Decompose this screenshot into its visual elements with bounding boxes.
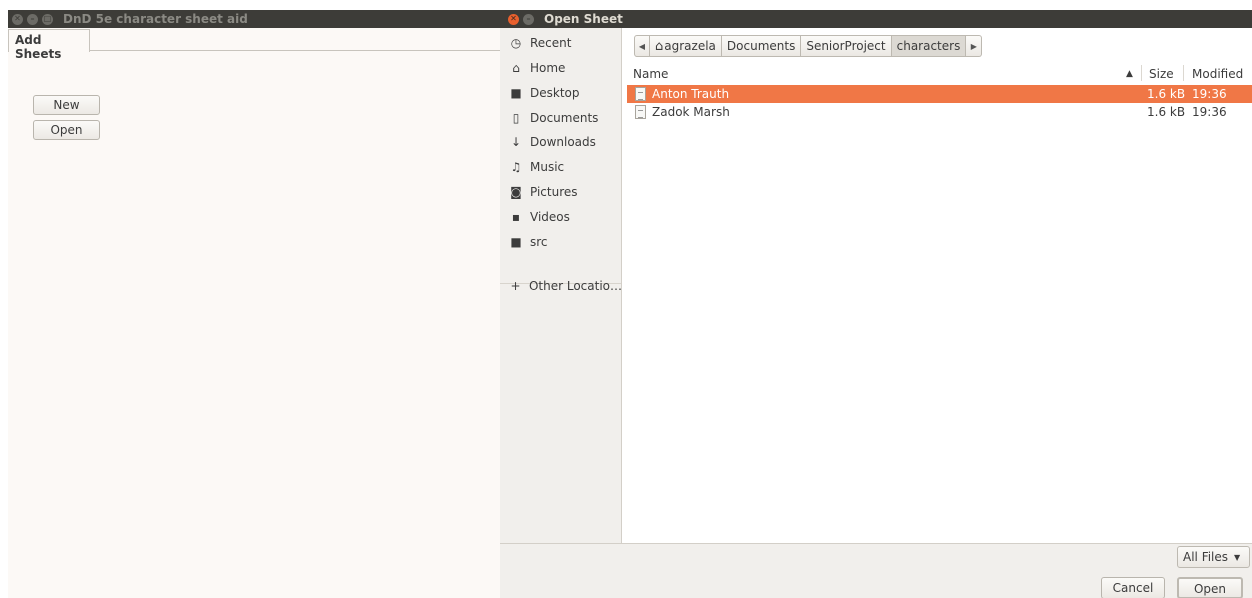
sidebar-item-downloads[interactable]: ↓ Downloads [500, 130, 622, 154]
file-list-header: Name ▲ Size Modified [623, 63, 1252, 83]
text-file-icon [635, 105, 646, 119]
sidebar-item-desktop[interactable]: ■ Desktop [500, 81, 622, 105]
sidebar-item-label: Home [530, 61, 566, 75]
file-row[interactable]: Zadok Marsh 1.6 kB 19:36 [627, 103, 1252, 121]
sidebar-item-label: Downloads [530, 135, 596, 149]
places-sidebar: ◷ Recent ⌂ Home ■ Desktop ▯ Documents ↓ … [500, 28, 622, 543]
file-row-selected[interactable]: Anton Trauth 1.6 kB 19:36 [627, 85, 1252, 103]
sidebar-item-src[interactable]: ■ src [500, 230, 622, 254]
path-crumb-label: agrazela [664, 39, 716, 53]
sidebar-item-label: Documents [530, 111, 599, 125]
column-divider[interactable] [1183, 65, 1184, 81]
sidebar-item-other-locations[interactable]: + Other Locatio… [500, 274, 622, 298]
minimize-icon[interactable]: – [523, 13, 534, 25]
music-icon: ♫ [510, 160, 522, 174]
column-header-size[interactable]: Size [1149, 67, 1174, 81]
path-scroll-left-button[interactable]: ◀ [634, 35, 650, 57]
minimize-icon[interactable]: – [27, 13, 38, 25]
path-crumb-characters[interactable]: characters [891, 35, 967, 57]
sidebar-item-label: Music [530, 160, 565, 174]
text-file-icon [635, 87, 646, 101]
new-button[interactable]: New [33, 95, 100, 115]
column-header-name[interactable]: Name [633, 67, 668, 81]
close-icon[interactable]: ✕ [508, 13, 519, 25]
sidebar-item-label: Videos [530, 210, 570, 224]
path-scroll-right-button[interactable]: ▶ [966, 35, 983, 57]
sort-ascending-icon: ▲ [1126, 69, 1133, 79]
cancel-button[interactable]: Cancel [1101, 577, 1165, 598]
camera-icon: ◙ [510, 185, 522, 199]
filter-label: All Files [1183, 550, 1229, 564]
path-crumb-documents[interactable]: Documents [721, 35, 802, 57]
file-size: 1.6 kB [1147, 87, 1186, 101]
sidebar-item-videos[interactable]: ▪ Videos [500, 205, 622, 229]
file-modified: 19:36 [1192, 87, 1227, 101]
sidebar-item-music[interactable]: ♫ Music [500, 155, 622, 179]
maximize-icon[interactable]: □ [42, 13, 53, 25]
sidebar-item-label: Desktop [530, 86, 580, 100]
path-crumb-home[interactable]: ⌂ agrazela [650, 35, 722, 57]
folder-icon: ■ [510, 235, 522, 249]
dialog-titlebar[interactable]: ✕ – Open Sheet [500, 10, 1252, 28]
column-divider[interactable] [1141, 65, 1142, 81]
tab-add-sheets[interactable]: Add Sheets [8, 29, 90, 61]
file-name: Anton Trauth [652, 87, 730, 101]
close-icon[interactable]: ✕ [12, 13, 23, 25]
dialog-open-button[interactable]: Open [1177, 577, 1243, 598]
dialog-title: Open Sheet [544, 12, 623, 26]
chevron-down-icon: ▼ [1234, 552, 1241, 562]
path-crumb-seniorproject[interactable]: SeniorProject [801, 35, 892, 57]
main-window: ✕ – □ DnD 5e character sheet aid Add She… [8, 10, 500, 598]
file-name: Zadok Marsh [652, 105, 730, 119]
sidebar-item-label: src [530, 235, 548, 249]
file-filter-dropdown[interactable]: All Files ▼ [1177, 546, 1250, 568]
open-button[interactable]: Open [33, 120, 100, 140]
open-sheet-dialog: ✕ – Open Sheet ◷ Recent ⌂ Home ■ Desktop… [500, 10, 1252, 598]
main-window-title: DnD 5e character sheet aid [63, 12, 248, 26]
column-header-modified[interactable]: Modified [1192, 67, 1243, 81]
video-icon: ▪ [511, 210, 521, 224]
path-bar: ◀ ⌂ agrazela Documents SeniorProject cha… [634, 35, 983, 57]
home-icon: ⌂ [512, 61, 520, 75]
sidebar-item-home[interactable]: ⌂ Home [500, 56, 622, 80]
sidebar-item-recent[interactable]: ◷ Recent [500, 31, 622, 55]
main-window-titlebar[interactable]: ✕ – □ DnD 5e character sheet aid [8, 10, 500, 28]
sidebar-item-label: Recent [530, 36, 572, 50]
clock-icon: ◷ [510, 36, 522, 50]
folder-icon: ■ [510, 86, 522, 100]
file-modified: 19:36 [1192, 105, 1227, 119]
sidebar-item-label: Pictures [530, 185, 578, 199]
home-icon: ⌂ [655, 38, 664, 54]
sidebar-item-pictures[interactable]: ◙ Pictures [500, 180, 622, 204]
plus-icon: + [510, 279, 521, 293]
file-size: 1.6 kB [1147, 105, 1186, 119]
download-icon: ↓ [510, 135, 522, 149]
sidebar-item-documents[interactable]: ▯ Documents [500, 106, 622, 130]
tab-bar: Add Sheets [8, 28, 500, 61]
sidebar-item-label: Other Locatio… [528, 279, 622, 293]
document-icon: ▯ [512, 111, 520, 125]
